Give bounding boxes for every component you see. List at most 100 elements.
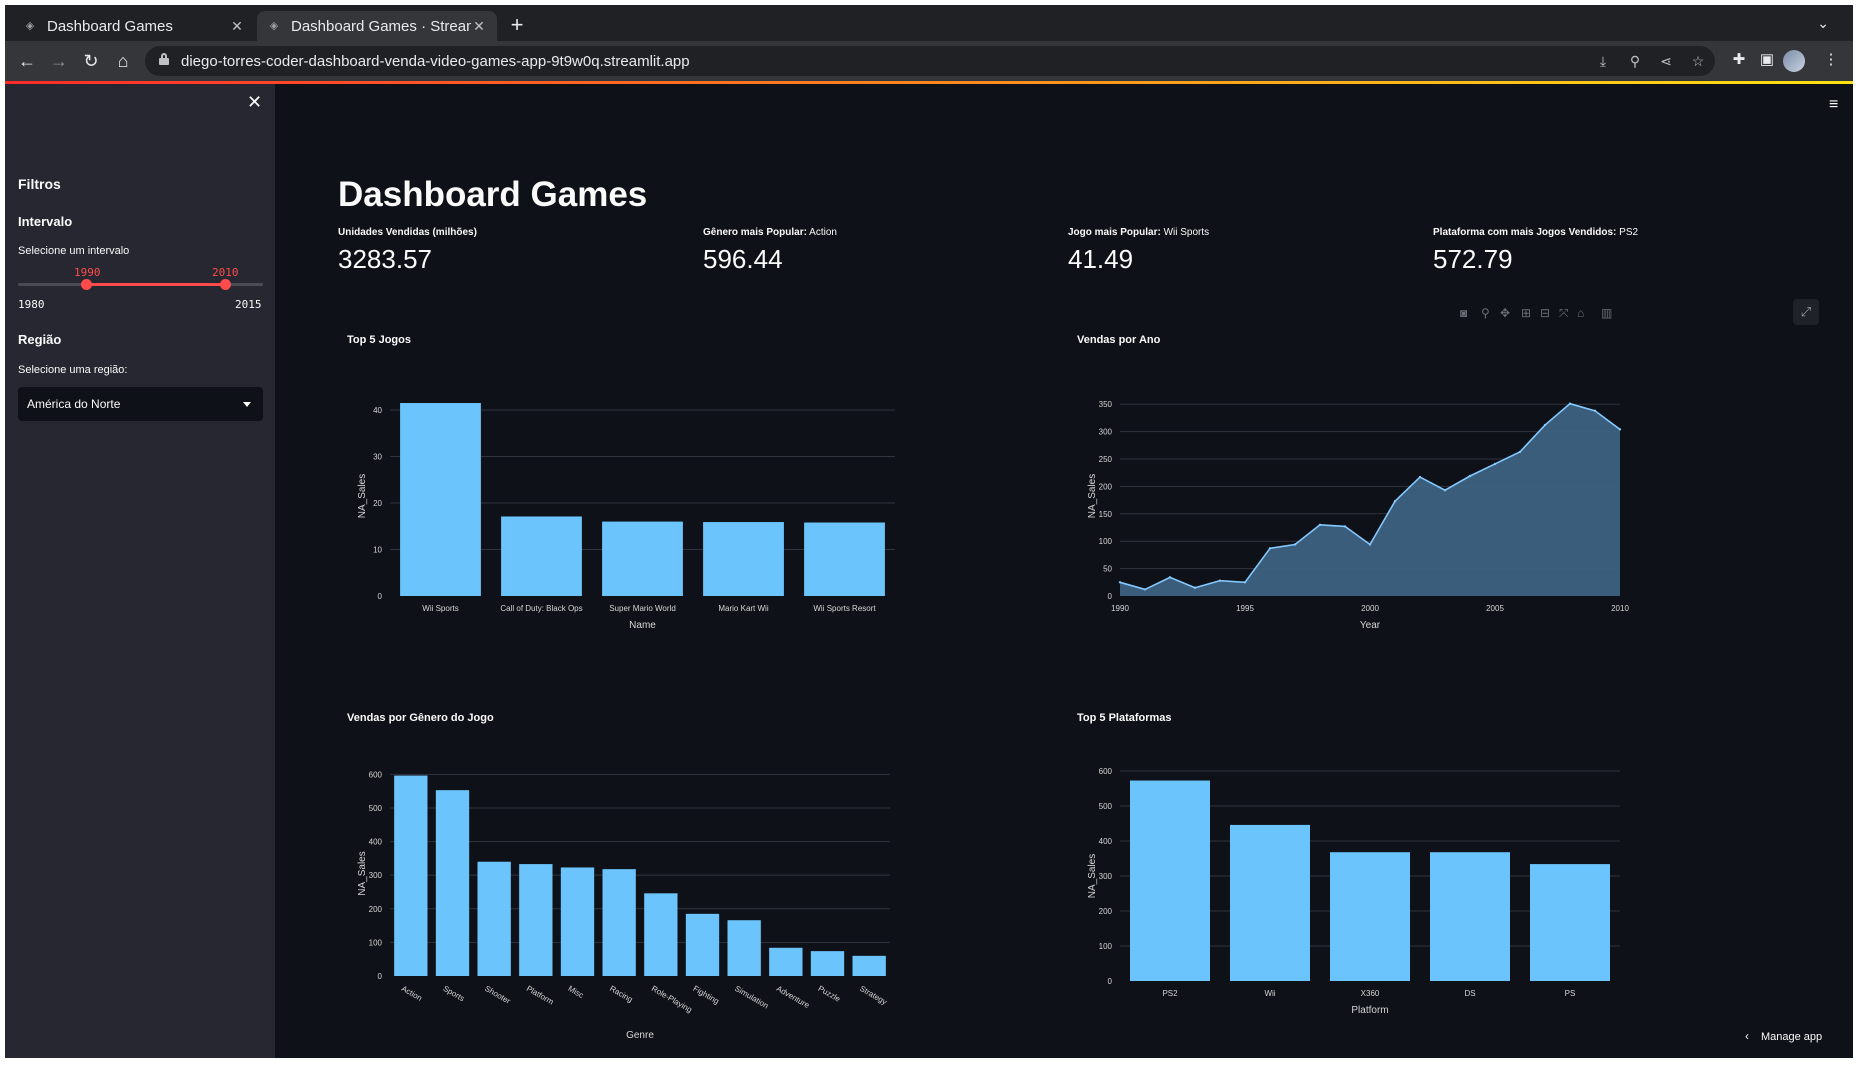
bar-role-playing [644,893,678,976]
metric-label: Jogo mais Popular: [1068,227,1161,238]
tab-close-icon[interactable]: ✕ [471,18,487,35]
data-point-2008 [1568,402,1572,405]
data-point-2009 [1593,409,1597,412]
y-tick-label: 400 [369,838,383,847]
back-button[interactable]: ← [15,49,39,73]
streamlit-favicon-icon: ◈ [25,20,35,32]
profile-avatar[interactable] [1783,50,1805,72]
install-app-icon[interactable]: ⤓ [1594,52,1612,70]
metric-label: Plataforma com mais Jogos Vendidos: [1433,227,1617,238]
tab-title: Dashboard Games [47,17,173,35]
chart-title: Vendas por Gênero do Jogo [347,712,494,724]
y-tick-label: 150 [1099,510,1113,519]
bar-x360 [1330,852,1410,981]
chart-svg: Vendas por Ano 0 50 100 150 200 250 300 350 NA_Sa… [1077,334,1629,631]
manage-app-button[interactable]: ‹ Manage app [1745,1029,1822,1043]
extensions-icon[interactable]: ✚ [1728,49,1750,71]
plotly-logo-icon[interactable]: ▥ [1601,306,1612,320]
y-tick-label: 600 [369,770,383,779]
slider-high-thumb[interactable] [220,279,231,290]
bar-racing [602,869,636,976]
tab-dashboard-games[interactable]: ◈ Dashboard Games ✕ [13,11,255,41]
data-point-1991 [1143,588,1147,591]
data-point-1996 [1268,547,1272,550]
chart-sales-by-year: Vendas por Ano 0 50 100 150 200 250 300 350 NA_Sa… [1065,323,1665,663]
x-tick-label: Sports [442,984,467,1003]
bar-puzzle [810,951,845,976]
reset-axes-icon[interactable]: ⌂ [1577,306,1584,320]
autoscale-icon[interactable]: ⤧ [1559,306,1569,321]
tab-dashboard-games-streamlit[interactable]: ◈ Dashboard Games · Streamlit ✕ [257,11,497,41]
tab-close-icon[interactable]: ✕ [229,18,245,35]
bar-wii-sports [400,403,481,596]
tab-search-chevron-icon[interactable]: ⌄ [1817,15,1829,32]
chart-svg: Vendas por Gênero do Jogo 0 100 200 300 400 50… [347,712,890,1041]
browser-menu-icon[interactable]: ⋮ [1820,49,1842,71]
y-tick-label: 350 [1099,400,1113,409]
y-tick-label: 50 [1103,565,1112,574]
lock-icon[interactable] [159,53,169,65]
region-select[interactable]: América do Norte [18,387,263,421]
metric-value: 596.44 [703,244,783,274]
share-icon[interactable]: ⋖ [1657,52,1675,70]
data-point-2000 [1368,543,1372,546]
x-tick-label: Strategy [858,984,888,1007]
slider-high-value: 2010 [212,266,239,279]
data-point-1998 [1318,523,1322,526]
camera-icon[interactable]: ◙ [1460,306,1467,320]
bookmark-star-icon[interactable]: ☆ [1689,52,1707,70]
manage-app-label: Manage app [1761,1031,1823,1043]
close-sidebar-icon[interactable]: ✕ [247,92,262,113]
x-tick-label: 2010 [1611,604,1629,613]
bar-ps [1530,864,1610,981]
chart-svg: Top 5 Plataformas 0 100 200 300 400 500 600 NA_S… [1077,712,1620,1016]
x-tick-label: 1995 [1236,604,1254,613]
metric-units-sold: Unidades Vendidas (milhões) 3283.57 [338,227,678,275]
data-point-1999 [1343,525,1347,528]
metric-value: 41.49 [1068,244,1134,274]
streamlit-decoration-bar [5,81,1853,84]
y-tick-label: 300 [1099,872,1113,881]
zoom-in-icon[interactable]: ⊞ [1521,306,1531,320]
y-tick-label: 500 [1099,802,1113,811]
bar-adventure [769,947,803,976]
x-tick-label: Call of Duty: Black Ops [500,604,582,613]
chart-title: Top 5 Jogos [347,334,411,346]
home-button[interactable]: ⌂ [111,49,135,73]
y-tick-label: 400 [1099,837,1113,846]
slider-low-value: 1990 [74,266,101,279]
metric-suffix: PS2 [1619,227,1639,238]
area-fill [1120,403,1620,596]
pan-icon[interactable]: ✥ [1500,306,1510,320]
x-tick-label: Wii Sports [422,604,458,613]
address-bar[interactable]: diego-torres-coder-dashboard-venda-video… [145,46,1715,76]
forward-button[interactable]: → [47,49,71,73]
region-label: Selecione uma região: [18,364,128,376]
new-tab-button[interactable]: + [505,14,529,38]
x-tick-label: Platform [525,984,556,1007]
bar-wii [1230,824,1310,981]
data-point-2005 [1493,462,1497,466]
tab-strip: ◈ Dashboard Games ✕ ◈ Dashboard Games · … [5,5,1853,41]
data-point-1994 [1218,579,1222,582]
chevron-left-icon: ‹ [1745,1029,1749,1043]
fullscreen-icon[interactable]: ⤢ [1793,299,1819,325]
zoom-icon[interactable]: ⚲ [1626,52,1644,70]
x-tick-label: Misc [567,984,586,1000]
y-tick-label: 100 [1099,537,1113,546]
y-axis-label: NA_Sales [1087,474,1098,518]
interval-label: Selecione um intervalo [18,245,130,257]
bar-wii-sports-resort [804,522,885,596]
y-tick-label: 0 [378,592,383,601]
reload-button[interactable]: ↻ [79,49,103,73]
slider-low-thumb[interactable] [81,279,92,290]
zoom-icon[interactable]: ⚲ [1481,306,1490,320]
main-menu-icon[interactable]: ≡ [1829,96,1843,114]
zoom-out-icon[interactable]: ⊟ [1540,306,1550,320]
x-tick-label: 1990 [1111,604,1129,613]
url-text[interactable]: diego-torres-coder-dashboard-venda-video… [181,53,690,70]
y-tick-label: 0 [1108,977,1113,986]
x-axis-label: Platform [1351,1005,1388,1016]
side-panel-icon[interactable]: ▣ [1756,49,1778,71]
data-point-2006 [1518,450,1522,454]
